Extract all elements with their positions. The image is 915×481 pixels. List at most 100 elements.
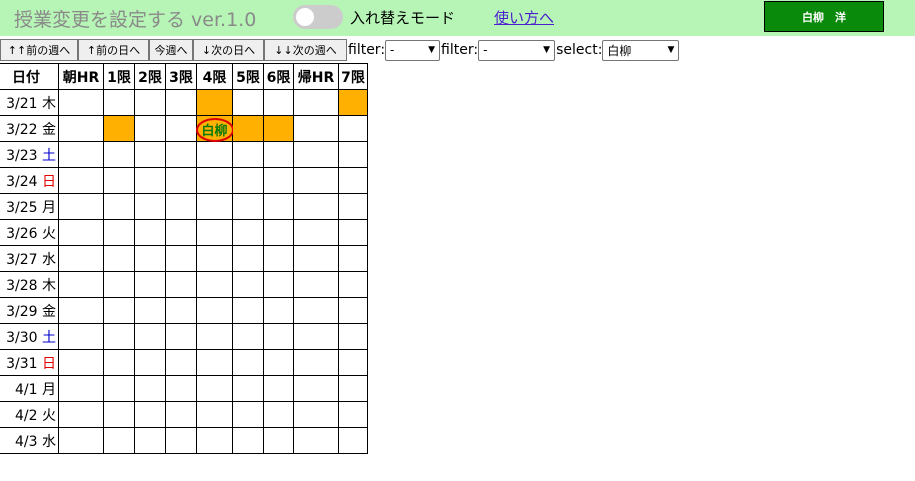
period-cell-assigned[interactable] bbox=[196, 89, 233, 116]
period-cell[interactable] bbox=[134, 323, 166, 350]
period-cell[interactable] bbox=[338, 271, 368, 298]
period-cell[interactable] bbox=[293, 89, 339, 116]
period-cell[interactable] bbox=[338, 297, 368, 324]
period-cell[interactable] bbox=[232, 349, 264, 376]
period-cell[interactable] bbox=[134, 297, 166, 324]
period-cell[interactable] bbox=[338, 349, 368, 376]
help-link[interactable]: 使い方へ bbox=[494, 7, 554, 28]
period-cell[interactable] bbox=[196, 427, 233, 454]
period-cell[interactable] bbox=[134, 167, 166, 194]
period-cell[interactable] bbox=[196, 141, 233, 168]
period-cell[interactable] bbox=[103, 349, 135, 376]
next-day-button[interactable]: ↓次の日へ bbox=[193, 39, 264, 61]
period-cell[interactable] bbox=[58, 115, 104, 142]
period-cell[interactable] bbox=[196, 297, 233, 324]
period-cell[interactable] bbox=[58, 141, 104, 168]
period-cell[interactable] bbox=[58, 427, 104, 454]
period-cell[interactable] bbox=[165, 271, 197, 298]
period-cell[interactable] bbox=[58, 245, 104, 272]
period-cell[interactable] bbox=[293, 271, 339, 298]
period-cell[interactable] bbox=[58, 167, 104, 194]
period-cell[interactable] bbox=[165, 219, 197, 246]
period-cell[interactable] bbox=[103, 245, 135, 272]
period-cell[interactable] bbox=[196, 167, 233, 194]
period-cell[interactable] bbox=[338, 167, 368, 194]
period-cell[interactable] bbox=[338, 193, 368, 220]
period-cell[interactable] bbox=[103, 141, 135, 168]
period-cell[interactable] bbox=[196, 245, 233, 272]
period-cell[interactable] bbox=[263, 427, 294, 454]
period-cell[interactable] bbox=[103, 89, 135, 116]
period-cell[interactable] bbox=[293, 115, 339, 142]
period-cell[interactable] bbox=[103, 193, 135, 220]
period-cell[interactable] bbox=[134, 271, 166, 298]
period-cell[interactable] bbox=[293, 141, 339, 168]
period-cell-assigned[interactable] bbox=[338, 89, 368, 116]
period-cell[interactable] bbox=[165, 297, 197, 324]
period-cell[interactable] bbox=[293, 323, 339, 350]
period-cell[interactable] bbox=[196, 401, 233, 428]
period-cell-assigned[interactable]: 白柳 bbox=[196, 115, 234, 142]
period-cell[interactable] bbox=[134, 427, 166, 454]
period-cell[interactable] bbox=[263, 271, 294, 298]
period-cell-assigned[interactable] bbox=[263, 115, 294, 142]
period-cell[interactable] bbox=[338, 245, 368, 272]
period-cell[interactable] bbox=[232, 219, 264, 246]
period-cell[interactable] bbox=[338, 323, 368, 350]
period-cell[interactable] bbox=[103, 297, 135, 324]
period-cell[interactable] bbox=[58, 323, 104, 350]
period-cell[interactable] bbox=[134, 349, 166, 376]
period-cell[interactable] bbox=[196, 375, 233, 402]
period-cell[interactable] bbox=[293, 219, 339, 246]
next-week-button[interactable]: ↓↓次の週へ bbox=[264, 39, 347, 61]
period-cell[interactable] bbox=[338, 375, 368, 402]
period-cell[interactable] bbox=[338, 115, 368, 142]
period-cell[interactable] bbox=[232, 297, 264, 324]
prev-week-button[interactable]: ↑↑前の週へ bbox=[0, 39, 78, 61]
period-cell[interactable] bbox=[103, 401, 135, 428]
period-cell[interactable] bbox=[263, 219, 294, 246]
period-cell[interactable] bbox=[293, 375, 339, 402]
period-cell[interactable] bbox=[263, 89, 294, 116]
period-cell[interactable] bbox=[58, 349, 104, 376]
period-cell[interactable] bbox=[134, 115, 166, 142]
period-cell[interactable] bbox=[165, 141, 197, 168]
period-cell[interactable] bbox=[293, 297, 339, 324]
teacher-select[interactable]: 白柳 ▼ bbox=[602, 39, 680, 61]
this-week-button[interactable]: 今週へ bbox=[149, 39, 193, 61]
period-cell[interactable] bbox=[134, 141, 166, 168]
period-cell[interactable] bbox=[232, 271, 264, 298]
period-cell[interactable] bbox=[134, 89, 166, 116]
period-cell[interactable] bbox=[58, 297, 104, 324]
period-cell[interactable] bbox=[263, 375, 294, 402]
period-cell[interactable] bbox=[232, 193, 264, 220]
period-cell[interactable] bbox=[263, 323, 294, 350]
period-cell[interactable] bbox=[165, 323, 197, 350]
period-cell[interactable] bbox=[232, 89, 264, 116]
period-cell[interactable] bbox=[134, 401, 166, 428]
period-cell[interactable] bbox=[58, 401, 104, 428]
period-cell[interactable] bbox=[263, 297, 294, 324]
period-cell[interactable] bbox=[165, 167, 197, 194]
period-cell[interactable] bbox=[165, 349, 197, 376]
period-cell[interactable] bbox=[58, 89, 104, 116]
period-cell[interactable] bbox=[232, 323, 264, 350]
period-cell[interactable] bbox=[293, 349, 339, 376]
period-cell[interactable] bbox=[338, 401, 368, 428]
period-cell-assigned[interactable] bbox=[232, 115, 264, 142]
period-cell[interactable] bbox=[165, 193, 197, 220]
period-cell[interactable] bbox=[338, 219, 368, 246]
period-cell[interactable] bbox=[103, 219, 135, 246]
period-cell[interactable] bbox=[232, 167, 264, 194]
period-cell[interactable] bbox=[103, 427, 135, 454]
period-cell[interactable] bbox=[165, 427, 197, 454]
period-cell[interactable] bbox=[134, 219, 166, 246]
period-cell[interactable] bbox=[165, 115, 197, 142]
prev-day-button[interactable]: ↑前の日へ bbox=[78, 39, 149, 61]
period-cell[interactable] bbox=[165, 375, 197, 402]
period-cell-assigned[interactable] bbox=[103, 115, 135, 142]
period-cell[interactable] bbox=[58, 219, 104, 246]
period-cell[interactable] bbox=[58, 193, 104, 220]
period-cell[interactable] bbox=[263, 167, 294, 194]
period-cell[interactable] bbox=[263, 401, 294, 428]
